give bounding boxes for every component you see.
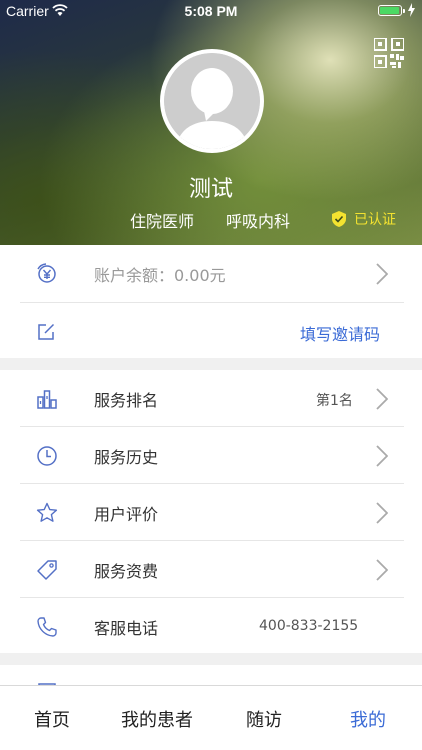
tab-follow-up[interactable]: 随访 [246,706,282,732]
battery-icon [378,5,405,16]
menu-item-service-ranking[interactable]: 服务排名 第1名 [0,370,422,427]
menu-item-label: 服务资费 [94,562,159,581]
tag-icon [37,560,57,580]
menu-item-customer-service-phone[interactable]: 客服电话 400-833-2155 [0,598,422,655]
invite-code-row[interactable]: 填写邀请码 [0,303,422,360]
verified-badge: 已认证 [332,209,396,229]
chevron-right-icon [376,445,388,467]
ranking-value: 第1名 [316,393,353,409]
menu-item-service-history[interactable]: 服务历史 [0,427,422,484]
default-avatar-icon [164,53,260,149]
qr-code-icon[interactable] [374,38,404,68]
menu-item-label: 用户评价 [94,505,159,524]
clock-icon [37,446,57,466]
phone-icon [37,617,57,637]
balance-row[interactable]: 账户余额：0.00元 [0,245,422,302]
ranking-icon [37,390,57,409]
menu-item-label: 客服电话 [94,619,159,638]
balance-label: 账户余额：0.00元 [94,266,226,285]
doctor-position: 住院医师 [130,212,195,231]
doctor-department: 呼吸内科 [226,212,291,231]
charging-icon [408,3,415,17]
star-icon [36,502,58,522]
tab-mine[interactable]: 我的 [350,706,386,732]
chevron-right-icon [376,502,388,524]
shield-check-icon [332,211,346,227]
menu-item-label: 服务历史 [94,448,159,467]
status-bar: Carrier 5:08 PM [0,0,422,22]
avatar[interactable] [160,49,264,153]
chevron-right-icon [376,263,388,285]
menu-item-service-fees[interactable]: 服务资费 [0,541,422,598]
chevron-right-icon [376,388,388,410]
invite-code-link[interactable]: 填写邀请码 [300,321,380,345]
section-gap [0,653,422,665]
tab-my-patients[interactable]: 我的患者 [121,706,193,732]
chevron-right-icon [376,559,388,581]
yuan-coin-icon [37,263,56,283]
doctor-name: 测试 [188,177,233,202]
tab-bar: 首页 我的患者 随访 我的 [0,685,422,750]
profile-header: 测试 住院医师 呼吸内科 已认证 [0,0,422,245]
clock-time: 5:08 PM [184,3,238,19]
edit-icon [38,323,55,340]
section-gap [0,358,422,370]
menu-item-user-reviews[interactable]: 用户评价 [0,484,422,541]
service-phone-number[interactable]: 400-833-2155 [259,618,358,634]
menu-item-label: 服务排名 [94,391,159,410]
tab-home[interactable]: 首页 [34,706,70,732]
verified-label: 已认证 [354,212,396,228]
